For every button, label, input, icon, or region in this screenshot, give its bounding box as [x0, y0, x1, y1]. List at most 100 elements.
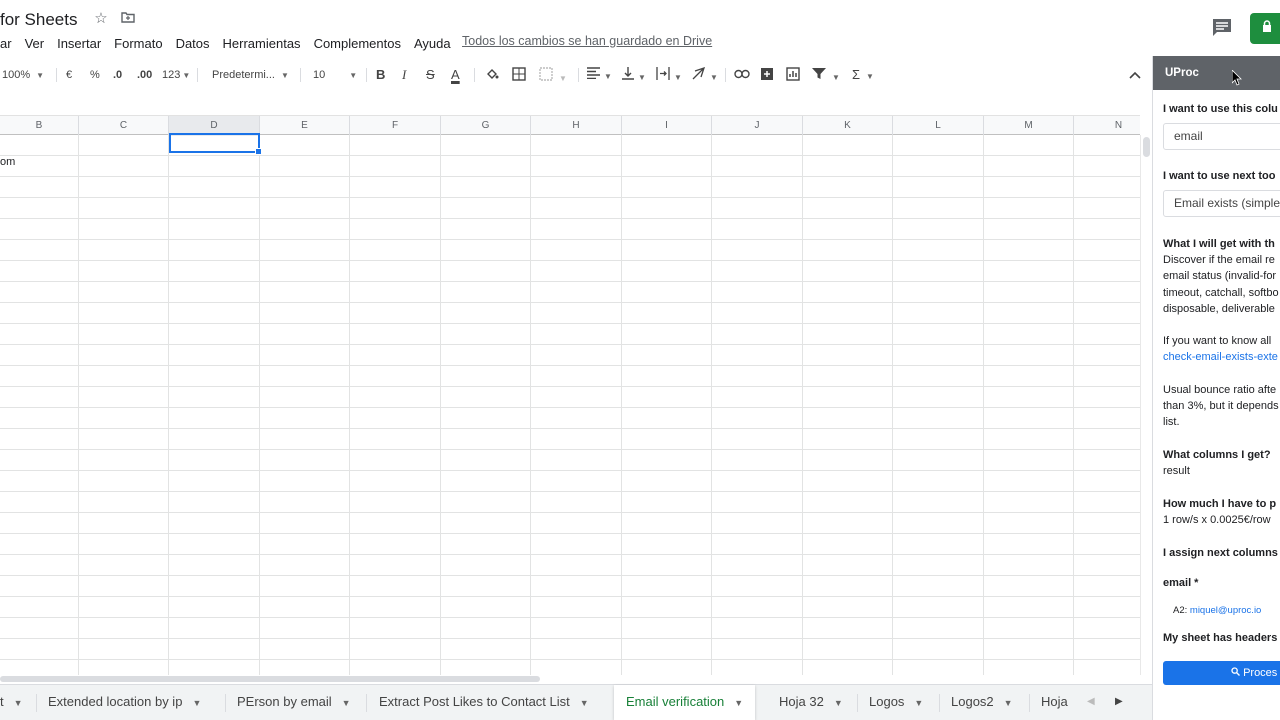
share-button[interactable]: [1250, 13, 1280, 44]
column-header-h[interactable]: H: [531, 116, 622, 136]
zoom-value: 100%: [2, 69, 31, 81]
text-color-button[interactable]: A: [451, 67, 460, 83]
comment-icon[interactable]: [1212, 18, 1232, 36]
column-header-c[interactable]: C: [79, 116, 169, 136]
column-header-f[interactable]: F: [350, 116, 441, 136]
bold-button[interactable]: B: [376, 67, 385, 83]
tool-question: I want to use next too: [1163, 170, 1276, 182]
tool-select[interactable]: Email exists (simple: [1163, 190, 1280, 217]
font-value: Predetermi...: [212, 69, 275, 81]
sheet-tab[interactable]: Extended location by ip ▼: [36, 685, 213, 720]
scrollbar-thumb[interactable]: [0, 676, 540, 682]
cell-area[interactable]: om: [0, 135, 1140, 675]
sheet-tab-bar: t ▼ Extended location by ip ▼ PErson by em…: [0, 684, 1152, 720]
description-line: Discover if the email re: [1163, 254, 1275, 266]
chevron-down-icon: ▼: [638, 73, 646, 82]
scroll-tabs-left-icon[interactable]: ◀: [1075, 685, 1107, 720]
cell-b2[interactable]: om: [0, 156, 15, 168]
document-title[interactable]: for Sheets: [0, 10, 78, 30]
functions-button[interactable]: Σ ▼: [852, 67, 874, 83]
scrollbar-thumb[interactable]: [1143, 137, 1150, 157]
menu-tools[interactable]: Herramientas: [223, 36, 301, 51]
horizontal-scrollbar[interactable]: [0, 674, 1140, 684]
column-select[interactable]: email: [1163, 123, 1280, 150]
grid-line: [168, 135, 169, 675]
process-button[interactable]: Proces: [1163, 661, 1280, 685]
sheet-tab[interactable]: PErson by email ▼: [225, 685, 363, 720]
email-assignment[interactable]: A2: miquel@uproc.io: [1173, 603, 1261, 619]
column-header-j[interactable]: J: [712, 116, 803, 136]
column-header-g[interactable]: G: [441, 116, 531, 136]
strikethrough-button[interactable]: S: [426, 67, 435, 83]
what-question: What I will get with th: [1163, 238, 1275, 250]
increase-decimals-button[interactable]: .00: [137, 67, 152, 83]
toolbar-divider: [300, 68, 301, 82]
menu-view[interactable]: Ver: [25, 36, 45, 51]
italic-button[interactable]: I: [402, 67, 406, 83]
filter-icon[interactable]: ▼: [812, 67, 840, 83]
star-icon[interactable]: ☆: [93, 11, 109, 27]
vertical-align-icon[interactable]: ▼: [622, 67, 646, 83]
grid-line: [530, 135, 531, 675]
horizontal-align-icon[interactable]: ▼: [587, 67, 612, 83]
sheet-tab-label: Email verification: [626, 694, 725, 709]
save-status-link[interactable]: Todos los cambios se han guardado en Dri…: [462, 34, 712, 48]
panel-header: UProc: [1153, 56, 1280, 90]
currency-button[interactable]: €: [66, 67, 72, 83]
column-header-i[interactable]: I: [622, 116, 712, 136]
menu-insert[interactable]: Insertar: [57, 36, 101, 51]
menu-edit[interactable]: ar: [0, 36, 12, 51]
sheet-tab[interactable]: t ▼: [0, 685, 35, 720]
sheet-tab[interactable]: Logos2 ▼: [939, 685, 1025, 720]
column-header-e[interactable]: E: [260, 116, 350, 136]
insert-comment-icon[interactable]: [760, 67, 774, 83]
column-header-b[interactable]: B: [0, 116, 79, 136]
menu-help[interactable]: Ayuda: [414, 36, 451, 51]
scroll-tabs-right-icon[interactable]: ▶: [1103, 685, 1135, 720]
vertical-scrollbar[interactable]: [1140, 135, 1152, 675]
grid-line: [892, 135, 893, 675]
column-header-k[interactable]: K: [803, 116, 893, 136]
column-headers: B C D E F G H I J K L M N: [0, 115, 1140, 136]
percent-button[interactable]: %: [90, 67, 100, 83]
assign-question: I assign next columns: [1163, 547, 1278, 559]
folder-icon[interactable]: [120, 11, 136, 27]
columns-value: result: [1163, 465, 1190, 477]
chevron-down-icon: ▼: [13, 698, 23, 708]
more-formats-button[interactable]: 123 ▼: [162, 67, 190, 83]
extension-link[interactable]: check-email-exists-exte: [1163, 349, 1278, 365]
column-header-l[interactable]: L: [893, 116, 984, 136]
description-line: email status (invalid-for: [1163, 270, 1277, 282]
column-header-m[interactable]: M: [984, 116, 1074, 136]
borders-icon[interactable]: [512, 67, 526, 83]
sheet-tab[interactable]: Hoja: [1029, 685, 1080, 720]
link-icon[interactable]: [734, 67, 750, 83]
bounce-line: than 3%, but it depends: [1163, 400, 1279, 412]
decrease-decimals-button[interactable]: .0: [113, 67, 122, 83]
chevron-down-icon: ▼: [36, 71, 45, 80]
insert-chart-icon[interactable]: [786, 67, 800, 83]
grid-line: [78, 135, 79, 675]
font-size-select[interactable]: 10 ▼: [313, 67, 357, 83]
collapse-toolbar-icon[interactable]: [1129, 67, 1141, 83]
sheet-tab-label: Hoja 32: [779, 694, 824, 709]
column-header-n[interactable]: N: [1074, 116, 1140, 136]
font-select[interactable]: Predetermi... ▼: [212, 67, 289, 83]
menu-data[interactable]: Datos: [176, 36, 210, 51]
active-cell-d8[interactable]: [169, 133, 262, 155]
menu-addons[interactable]: Complementos: [314, 36, 401, 51]
menu-format[interactable]: Formato: [114, 36, 162, 51]
merge-cells-icon[interactable]: ▼: [539, 67, 567, 83]
spreadsheet-grid[interactable]: B C D E F G H I J K L M N om: [0, 115, 1140, 675]
sheet-tab[interactable]: Hoja 32 ▼: [767, 685, 855, 720]
zoom-select[interactable]: 100% ▼: [2, 67, 44, 83]
fill-color-icon[interactable]: [485, 67, 499, 83]
text-rotation-icon[interactable]: ▼: [692, 66, 718, 83]
search-icon: [1231, 667, 1243, 679]
sheet-tab-active[interactable]: Email verification ▼: [614, 685, 756, 720]
sheet-tab[interactable]: Extract Post Likes to Contact List ▼: [367, 685, 601, 720]
toolbar-divider: [725, 68, 726, 82]
text-wrap-icon[interactable]: ▼: [656, 67, 682, 83]
email-assignment-value: miquel@uproc.io: [1189, 605, 1262, 616]
sheet-tab[interactable]: Logos ▼: [857, 685, 935, 720]
